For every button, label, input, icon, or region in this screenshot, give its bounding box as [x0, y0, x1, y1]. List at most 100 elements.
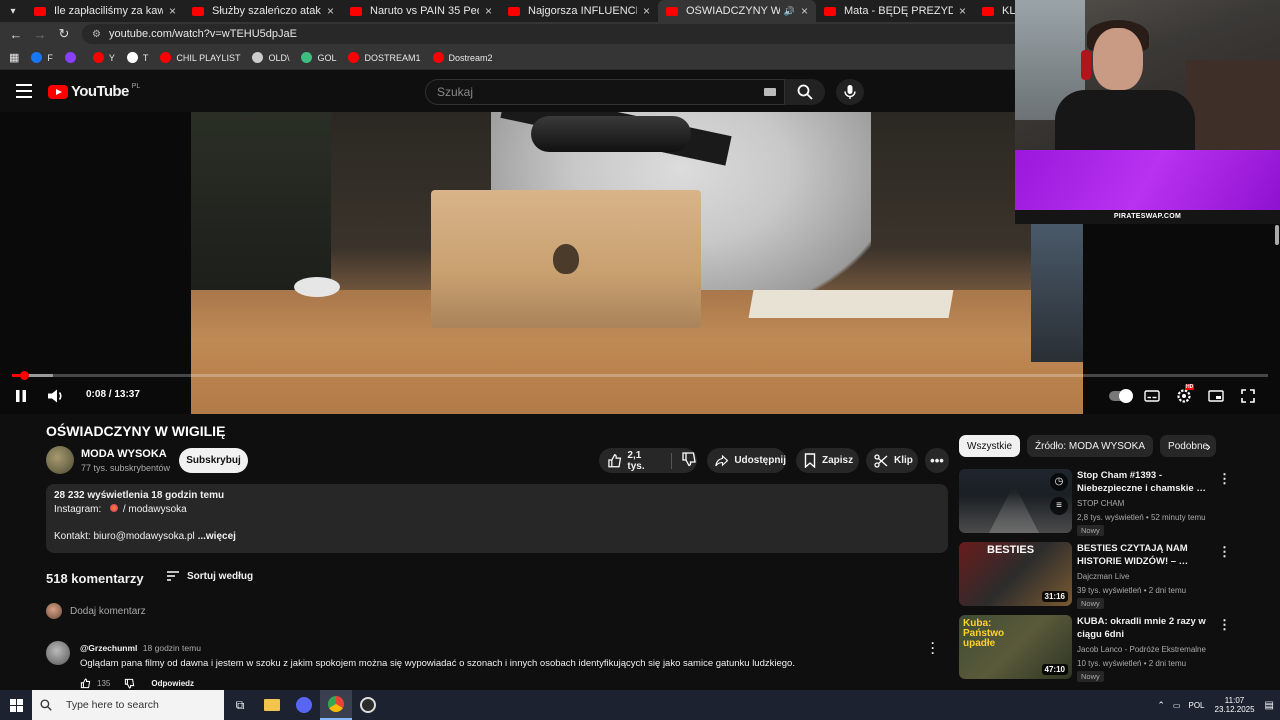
microphone-in-video — [531, 116, 691, 152]
like-button[interactable]: 2,1 tys. — [607, 450, 660, 472]
bookmark-item[interactable]: Dostream2 — [432, 52, 493, 63]
volume-button[interactable] — [46, 386, 66, 406]
pause-button[interactable] — [12, 386, 30, 406]
video-thumbnail[interactable]: ◷ ≡ — [959, 469, 1072, 533]
apps-grid-icon[interactable]: ▦ — [9, 51, 19, 64]
more-actions-button[interactable]: ••• — [925, 448, 949, 473]
voice-search-button[interactable] — [836, 79, 864, 105]
bookmark-item[interactable]: Y — [92, 52, 115, 63]
bookmark-item[interactable]: DOSTREAM1 — [348, 52, 421, 63]
chrome-button[interactable] — [320, 690, 352, 720]
dislike-button[interactable] — [681, 451, 697, 470]
filter-chip[interactable]: Źródło: MODA WYSOKA — [1027, 435, 1154, 457]
channel-name[interactable]: MODA WYSOKA — [81, 448, 167, 460]
menu-hamburger-icon[interactable] — [16, 84, 32, 98]
recommended-channel[interactable]: STOP CHAM — [1077, 499, 1124, 508]
recommended-title[interactable]: Stop Cham #1393 - Niebezpieczne i chamsk… — [1077, 469, 1212, 495]
browser-tab[interactable]: Najgorsza INFLUENCERKA w H… × — [500, 0, 658, 22]
watch-later-icon[interactable]: ◷ — [1050, 473, 1068, 491]
language-indicator[interactable]: POL — [1188, 701, 1204, 710]
video-thumbnail[interactable]: Kuba: Państwo upadłe 47:10 — [959, 615, 1072, 679]
comment-like-icon[interactable] — [80, 678, 91, 689]
file-explorer-button[interactable] — [256, 690, 288, 720]
browser-tab[interactable]: Służby szaleńczo atakują obyw… × — [184, 0, 342, 22]
obs-button[interactable] — [352, 690, 384, 720]
fullscreen-button[interactable] — [1238, 386, 1258, 406]
recommended-title[interactable]: BESTIES CZYTAJĄ NAM HISTORIE WIDZÓW! – … — [1077, 542, 1212, 568]
settings-button[interactable]: HD — [1174, 384, 1195, 406]
more-options-icon[interactable]: ⋮ — [1218, 471, 1231, 487]
tab-audio-icon[interactable]: 🔊 — [784, 6, 795, 17]
bookmark-item[interactable]: F — [31, 52, 53, 63]
save-button[interactable]: Zapisz — [796, 448, 859, 473]
recommended-video[interactable]: Kuba: Państwo upadłe 47:10 KUBA: okradli… — [959, 615, 1269, 682]
browser-tab[interactable]: Naruto vs PAIN 35 People Rea… × — [342, 0, 500, 22]
reply-button[interactable]: Odpowiedz — [151, 679, 194, 688]
recommended-channel[interactable]: Jacob Lanco - Podróże Ekstremalne — [1077, 645, 1206, 654]
instagram-link[interactable]: / modawysoka — [123, 504, 187, 515]
tab-close-icon[interactable]: × — [169, 4, 176, 18]
bookmark-item[interactable]: OLD\ — [252, 52, 289, 63]
channel-avatar[interactable] — [46, 446, 74, 474]
bookmark-item[interactable]: GOL — [301, 52, 336, 63]
page-scrollbar[interactable] — [1275, 225, 1279, 245]
miniplayer-button[interactable] — [1206, 386, 1226, 406]
comment-author[interactable]: @Grzechunml — [80, 643, 137, 653]
browser-tab[interactable]: OŚWIADCZYNY W WIGILIĘ 🔊 × — [658, 0, 816, 22]
bookmark-item[interactable]: T — [126, 52, 148, 63]
recommended-title[interactable]: KUBA: okradli mnie 2 razy w ciągu 6dni — [1077, 615, 1212, 641]
video-thumbnail[interactable]: BESTIES 31:16 — [959, 542, 1072, 606]
sort-comments-button[interactable]: Sortuj według — [166, 570, 253, 582]
new-badge: Nowy — [1077, 525, 1104, 536]
search-button[interactable] — [785, 79, 825, 105]
forward-arrow-icon[interactable]: → — [28, 27, 52, 42]
show-more-link[interactable]: ...więcej — [198, 531, 236, 542]
browser-tab[interactable]: Mata - BĘDĘ PREZYDENTEM :) × — [816, 0, 974, 22]
tab-close-icon[interactable]: × — [327, 4, 334, 18]
reload-icon[interactable]: ↻ — [52, 26, 76, 42]
search-input[interactable]: Szukaj — [425, 79, 785, 105]
network-icon[interactable]: ▭ — [1173, 701, 1181, 710]
chips-next-arrow-icon[interactable]: › — [1206, 438, 1211, 454]
more-options-icon[interactable]: ⋮ — [1218, 617, 1231, 633]
recommended-channel[interactable]: Dajczman Live — [1077, 572, 1129, 581]
subtitles-button[interactable] — [1142, 386, 1162, 406]
youtube-logo[interactable]: YouTube PL — [48, 83, 140, 100]
notifications-icon[interactable]: ▤ — [1265, 700, 1274, 711]
comment-time: 18 godzin temu — [142, 643, 201, 653]
commenter-avatar[interactable] — [46, 641, 70, 665]
bookmark-item[interactable] — [64, 52, 81, 63]
progress-bar[interactable] — [12, 371, 1268, 380]
tab-close-icon[interactable]: × — [959, 4, 966, 18]
filter-chip[interactable]: Wszystkie — [959, 435, 1020, 457]
tab-close-icon[interactable]: × — [485, 4, 492, 18]
add-comment-input[interactable]: Dodaj komentarz — [46, 603, 146, 619]
share-button[interactable]: Udostępnij — [707, 448, 786, 473]
bookmark-item[interactable]: CHIL PLAYLIST — [160, 52, 240, 63]
browser-tab[interactable]: Ile zapłaciliśmy za kawalerkę 27… × — [26, 0, 184, 22]
add-to-queue-icon[interactable]: ≡ — [1050, 497, 1068, 515]
description-box[interactable]: 28 232 wyświetlenia 18 godzin temu Insta… — [46, 484, 948, 553]
comment-dislike-icon[interactable] — [124, 678, 135, 689]
more-options-icon[interactable]: ⋮ — [1218, 544, 1231, 560]
taskbar-search-input[interactable]: Type here to search — [32, 690, 224, 720]
recommended-video[interactable]: ◷ ≡ Stop Cham #1393 - Niebezpieczne i ch… — [959, 469, 1269, 536]
subscribe-button[interactable]: Subskrybuj — [179, 448, 248, 473]
progress-scrubber[interactable] — [20, 371, 30, 380]
task-view-button[interactable]: ⧉ — [224, 690, 256, 720]
show-hidden-icons-icon[interactable]: ⌃ — [1157, 700, 1165, 711]
tab-close-icon[interactable]: × — [801, 4, 808, 18]
site-info-icon[interactable]: ⚙ — [92, 29, 101, 40]
discord-button[interactable] — [288, 690, 320, 720]
back-arrow-icon[interactable]: ← — [4, 27, 28, 42]
recommended-video[interactable]: BESTIES 31:16 BESTIES CZYTAJĄ NAM HISTOR… — [959, 542, 1269, 609]
tab-close-icon[interactable]: × — [643, 4, 650, 18]
comment-menu-icon[interactable]: · · · — [931, 637, 935, 659]
autoplay-toggle[interactable] — [1108, 386, 1133, 406]
tab-search-menu-icon[interactable]: ▾ — [0, 0, 26, 22]
windows-start-button[interactable] — [0, 690, 32, 720]
keyboard-icon[interactable] — [764, 88, 776, 96]
clip-button[interactable]: Klip — [866, 448, 918, 473]
clock[interactable]: 11:07 23.12.2025 — [1215, 696, 1255, 714]
address-bar[interactable]: ⚙ youtube.com/watch?v=wTEHU5dpJaE — [82, 24, 1042, 44]
